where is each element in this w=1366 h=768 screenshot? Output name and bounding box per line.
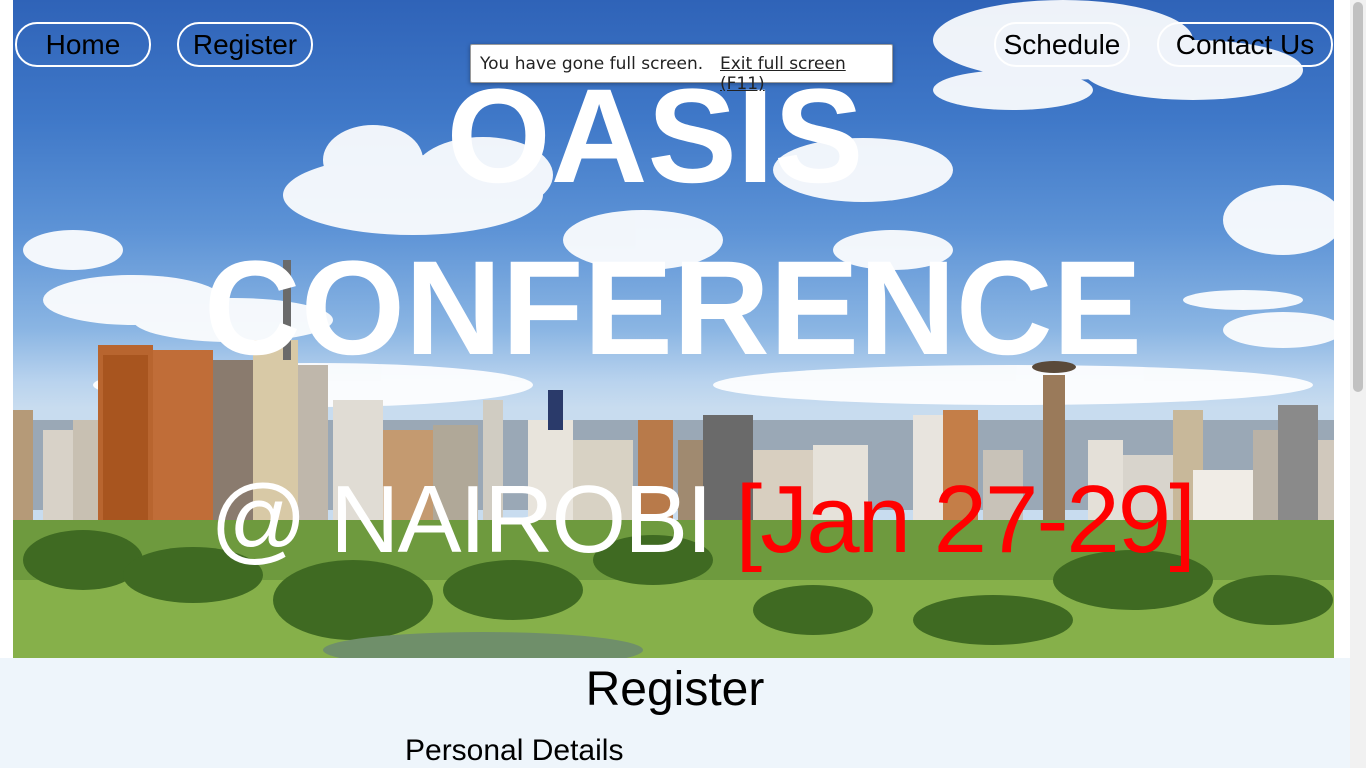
page-scrollbar[interactable] — [1350, 0, 1366, 768]
hero-title-line2: CONFERENCE — [203, 234, 1143, 383]
hero-dates: [Jan 27-29] — [735, 466, 1196, 573]
nav-schedule-button[interactable]: Schedule — [994, 22, 1130, 67]
exit-fullscreen-link[interactable]: Exit full screen (F11) — [720, 54, 892, 94]
fullscreen-message: You have gone full screen. — [480, 54, 704, 74]
nav-home-button[interactable]: Home — [15, 22, 151, 67]
nav-register-button[interactable]: Register — [177, 22, 313, 67]
fullscreen-notification: You have gone full screen. Exit full scr… — [470, 44, 893, 94]
hero-title-line1: OASIS — [446, 62, 864, 211]
register-heading: Register — [585, 663, 765, 716]
nav-contact-button[interactable]: Contact Us — [1157, 22, 1333, 67]
personal-details-heading: Personal Details — [405, 734, 624, 767]
hero-tagline: @ NAIROBI [Jan 27-29] — [210, 472, 1196, 568]
page: Home Register Schedule Contact Us OASIS … — [0, 0, 1366, 768]
scrollbar-thumb[interactable] — [1353, 2, 1363, 392]
hero-location: @ NAIROBI — [210, 466, 736, 573]
